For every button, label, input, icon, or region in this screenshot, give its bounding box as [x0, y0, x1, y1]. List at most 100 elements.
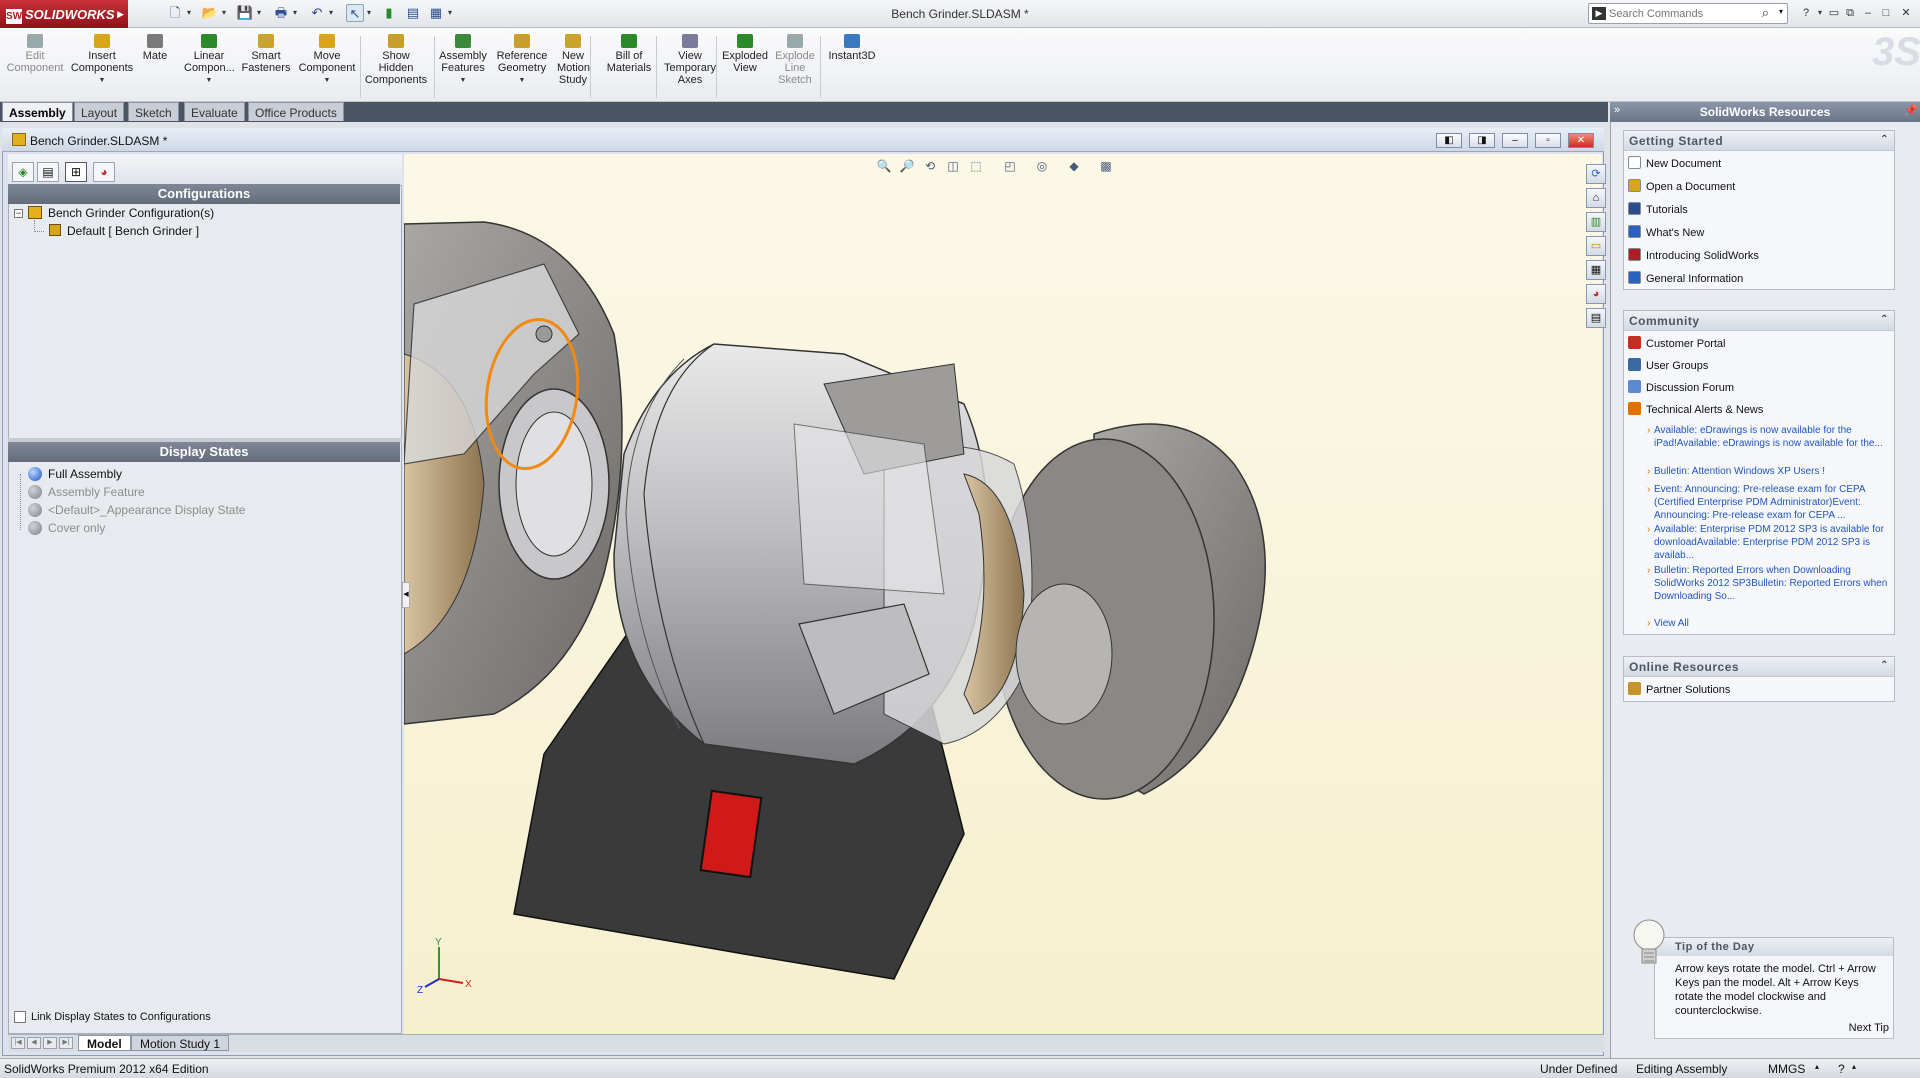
tab-office-products[interactable]: Office Products [248, 102, 344, 121]
view-palette-tab-icon[interactable]: ▦ [1586, 260, 1606, 280]
tool-button[interactable]: Move Component ▼ [298, 34, 356, 87]
task-pane-pin-icon[interactable]: 📌 [1904, 104, 1918, 117]
tool-button[interactable]: Reference Geometry ▼ [494, 34, 550, 87]
news-item[interactable]: › Available: eDrawings is now available f… [1647, 424, 1890, 450]
collapse-panel-icon[interactable]: ◀ [402, 582, 410, 608]
tool-button[interactable]: Show Hidden Components [364, 34, 428, 86]
getting-started-link[interactable]: General Information [1628, 271, 1743, 285]
news-item[interactable]: › Event: Announcing: Pre-release exam for… [1647, 483, 1890, 522]
link-display-states-checkbox[interactable] [14, 1011, 26, 1023]
tool-button[interactable]: Assembly Features ▼ [438, 34, 488, 87]
first-tab-icon[interactable]: |◀ [11, 1037, 25, 1049]
doc-close-icon[interactable]: ✕ [1568, 133, 1594, 148]
restore-all-icon[interactable]: ⧉ [1842, 5, 1858, 21]
tool-dropdown-icon[interactable]: ▼ [494, 75, 550, 87]
collapse-group-icon[interactable]: ⌃ [1880, 314, 1889, 325]
prev-tab-icon[interactable]: ◀ [27, 1037, 41, 1049]
tool-button[interactable]: New Motion Study [557, 34, 590, 86]
tool-button[interactable]: Linear Compon... ▼ [184, 34, 235, 87]
getting-started-link[interactable]: Open a Document [1628, 179, 1735, 193]
tool-button[interactable]: Explode Line Sketch [773, 34, 817, 86]
collapse-group-icon[interactable]: ⌃ [1880, 134, 1889, 145]
app-minimize-icon[interactable]: – [1860, 5, 1876, 21]
last-tab-icon[interactable]: ▶| [59, 1037, 73, 1049]
custom-properties-tab-icon[interactable]: ▤ [1586, 308, 1606, 328]
getting-started-link[interactable]: What's New [1628, 225, 1704, 239]
display-state-item[interactable]: Full Assembly [48, 467, 122, 482]
news-item[interactable]: › Available: Enterprise PDM 2012 SP3 is a… [1647, 523, 1890, 562]
tab-assembly[interactable]: Assembly [2, 102, 73, 121]
view-settings-icon[interactable]: ▩ [1098, 158, 1114, 174]
tool-dropdown-icon[interactable]: ▼ [70, 75, 134, 87]
app-maximize-icon[interactable]: □ [1878, 5, 1894, 21]
doc-restore-icon[interactable]: ▫ [1535, 133, 1561, 148]
graphics-area[interactable] [404, 154, 1602, 1034]
edit-appearance-icon[interactable]: ◆ [1066, 158, 1082, 174]
feature-manager-tab-icon[interactable]: ◈ [12, 162, 34, 182]
appearances-tab-icon[interactable]: ◕ [1586, 284, 1606, 304]
community-link[interactable]: Customer Portal [1628, 336, 1725, 350]
tool-button[interactable]: View Temporary Axes [660, 34, 720, 86]
tool-button[interactable]: Insert Components ▼ [70, 34, 134, 87]
tool-button[interactable]: Instant3D [826, 34, 878, 62]
tool-dropdown-icon[interactable]: ▼ [184, 75, 234, 87]
default-configuration[interactable]: Default [ Bench Grinder ] [67, 224, 199, 239]
view-all-link[interactable]: › View All [1647, 617, 1890, 630]
search-input[interactable] [1609, 6, 1759, 21]
view-orientation-icon[interactable]: ⬚ [968, 158, 984, 174]
status-help-icon[interactable]: ? [1838, 1062, 1845, 1076]
getting-started-link[interactable]: New Document [1628, 156, 1721, 170]
solidworks-resources-tab-icon[interactable]: ⟳ [1586, 164, 1606, 184]
collapse-toggle-icon[interactable]: − [14, 209, 23, 218]
zoom-to-area-icon[interactable]: 🔎 [899, 158, 915, 174]
community-link[interactable]: Technical Alerts & News [1628, 402, 1763, 416]
getting-started-link[interactable]: Tutorials [1628, 202, 1688, 216]
doc-minimize-icon[interactable]: – [1502, 133, 1528, 148]
community-link[interactable]: Discussion Forum [1628, 380, 1734, 394]
tool-button[interactable]: Edit Component [6, 34, 64, 74]
tool-button[interactable]: Exploded View [720, 34, 770, 74]
display-state-item[interactable]: <Default>_Appearance Display State [48, 503, 245, 518]
tab-sketch[interactable]: Sketch [128, 102, 179, 121]
next-tip-link[interactable]: Next Tip [1849, 1022, 1889, 1034]
news-item[interactable]: › Bulletin: Reported Errors when Download… [1647, 564, 1890, 603]
design-library-tab-icon[interactable]: ▥ [1586, 212, 1606, 232]
tab-model[interactable]: Model [78, 1035, 131, 1051]
search-icon[interactable]: ⌕ [1762, 5, 1769, 21]
tile-vertical-icon[interactable]: ◨ [1469, 133, 1495, 148]
tool-button[interactable]: Bill of Materials [604, 34, 654, 74]
file-explorer-tab-icon[interactable]: ▭ [1586, 236, 1606, 256]
partner-solutions-link[interactable]: Partner Solutions [1628, 682, 1730, 696]
tool-button[interactable]: Mate [142, 34, 168, 62]
tab-evaluate[interactable]: Evaluate [184, 102, 245, 121]
configuration-manager-tab-icon[interactable]: ⊞ [65, 162, 87, 182]
property-manager-tab-icon[interactable]: ▤ [37, 162, 59, 182]
zoom-to-fit-icon[interactable]: 🔍 [876, 158, 892, 174]
tab-motion-study-1[interactable]: Motion Study 1 [131, 1035, 230, 1051]
tab-layout[interactable]: Layout [74, 102, 125, 121]
minimize-window-icon[interactable]: ▭ [1826, 5, 1842, 21]
search-commands-box[interactable]: ▶ ⌕ ▾ [1588, 3, 1788, 24]
display-state-item[interactable]: Cover only [48, 521, 105, 536]
tile-horizontal-icon[interactable]: ◧ [1436, 133, 1462, 148]
display-style-icon[interactable]: ◰ [1002, 158, 1018, 174]
search-dropdown-icon[interactable]: ▾ [1779, 7, 1783, 16]
tool-dropdown-icon[interactable]: ▼ [298, 75, 356, 87]
next-tab-icon[interactable]: ▶ [43, 1037, 57, 1049]
hide-show-items-icon[interactable]: ◎ [1034, 158, 1050, 174]
community-link[interactable]: User Groups [1628, 358, 1708, 372]
news-item[interactable]: › Bulletin: Attention Windows XP Users ! [1647, 465, 1890, 478]
tool-button[interactable]: Smart Fasteners [240, 34, 292, 74]
home-tab-icon[interactable]: ⌂ [1586, 188, 1606, 208]
tool-dropdown-icon[interactable]: ▼ [438, 75, 488, 87]
display-state-item[interactable]: Assembly Feature [48, 485, 145, 500]
units-dropdown-icon[interactable]: ▴ [1815, 1062, 1819, 1071]
task-pane-collapse-icon[interactable]: » [1614, 104, 1620, 116]
units-selector[interactable]: MMGS [1768, 1062, 1805, 1076]
previous-view-icon[interactable]: ⟲ [922, 158, 938, 174]
display-manager-tab-icon[interactable]: ◕ [93, 162, 115, 182]
bench-grinder-model[interactable] [404, 154, 1602, 1034]
configurations-root[interactable]: Bench Grinder Configuration(s) [48, 206, 214, 221]
getting-started-link[interactable]: Introducing SolidWorks [1628, 248, 1759, 262]
status-help-dropdown-icon[interactable]: ▴ [1852, 1062, 1856, 1071]
